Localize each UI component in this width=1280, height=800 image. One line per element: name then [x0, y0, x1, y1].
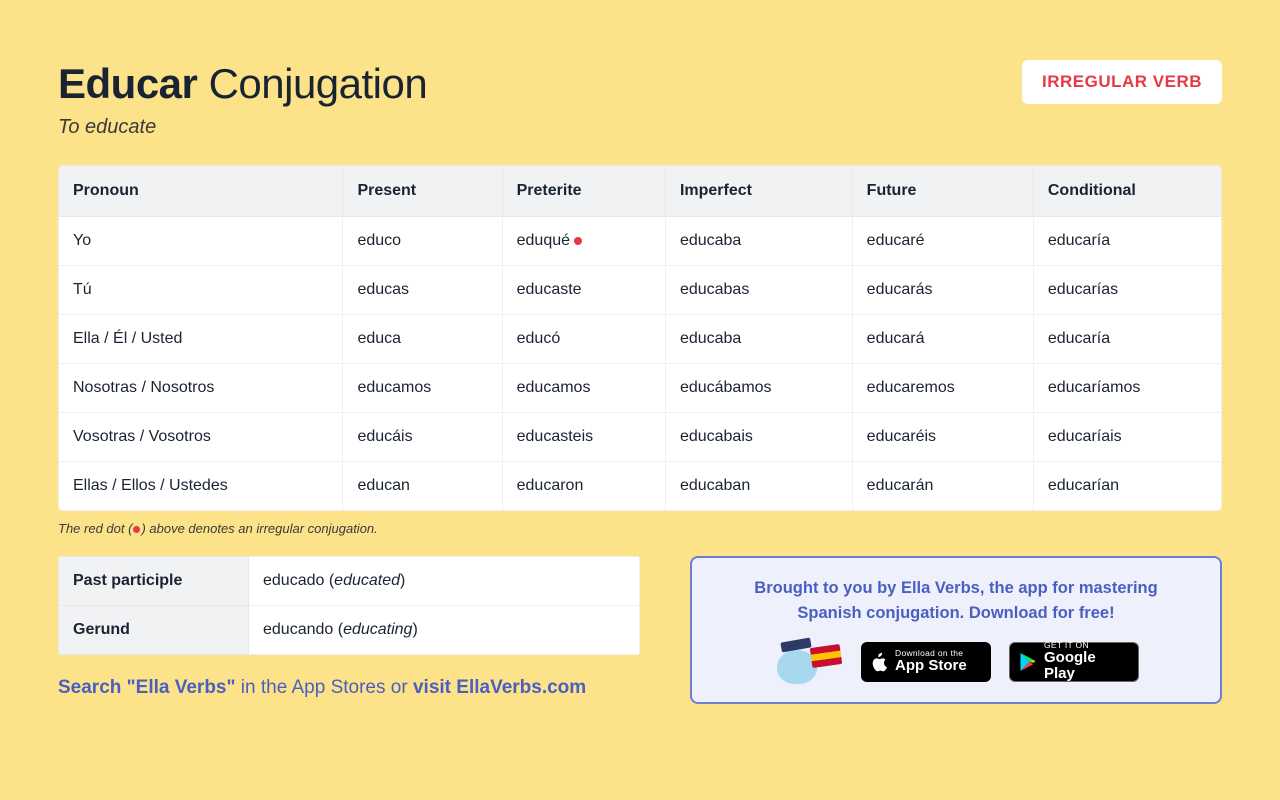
conjugation-cell: educaba — [665, 315, 852, 364]
pronoun-cell: Nosotras / Nosotros — [59, 364, 343, 413]
conjugation-cell: educáis — [343, 413, 502, 462]
conjugation-cell: educarían — [1033, 462, 1221, 511]
form-value: educando (educating) — [249, 606, 640, 655]
conjugation-cell: educa — [343, 315, 502, 364]
conjugation-cell: educaba — [665, 217, 852, 266]
promo-box: Brought to you by Ella Verbs, the app fo… — [690, 556, 1222, 704]
pronoun-cell: Tú — [59, 266, 343, 315]
conjugation-cell: eduqué — [502, 217, 665, 266]
title-suffix: Conjugation — [209, 60, 428, 107]
conjugation-cell: educarías — [1033, 266, 1221, 315]
conjugation-cell: educará — [852, 315, 1033, 364]
search-hint: Search "Ella Verbs" in the App Stores or… — [58, 677, 640, 699]
verb-forms-table: Past participleeducado (educated)Gerunde… — [58, 556, 640, 655]
apple-icon — [870, 652, 888, 672]
conjugation-cell: educamos — [343, 364, 502, 413]
form-row: Gerundeducando (educating) — [59, 606, 640, 655]
conjugation-cell: educaremos — [852, 364, 1033, 413]
pronoun-cell: Yo — [59, 217, 343, 266]
conjugation-cell: educaríais — [1033, 413, 1221, 462]
page-title: Educar Conjugation — [58, 60, 427, 108]
conjugation-cell: educabas — [665, 266, 852, 315]
conjugation-cell: educabais — [665, 413, 852, 462]
red-dot-icon — [574, 237, 582, 245]
conjugation-cell: educaban — [665, 462, 852, 511]
verb-name: Educar — [58, 60, 197, 107]
conjugation-cell: educan — [343, 462, 502, 511]
google-play-icon — [1019, 652, 1037, 672]
table-row: Túeducaseducasteeducabaseducaráseducaría… — [59, 266, 1222, 315]
conjugation-cell: educasteis — [502, 413, 665, 462]
verb-translation: To educate — [58, 116, 427, 139]
conjugation-cell: educaría — [1033, 315, 1221, 364]
table-row: Vosotras / Vosotroseducáiseducasteiseduc… — [59, 413, 1222, 462]
conjugation-cell: educarás — [852, 266, 1033, 315]
pronoun-cell: Vosotras / Vosotros — [59, 413, 343, 462]
conjugation-cell: educábamos — [665, 364, 852, 413]
conjugation-cell: educaría — [1033, 217, 1221, 266]
irregular-legend: The red dot () above denotes an irregula… — [58, 521, 1222, 536]
conjugation-cell: educamos — [502, 364, 665, 413]
form-label: Gerund — [59, 606, 249, 655]
column-header: Imperfect — [665, 166, 852, 217]
conjugation-cell: educo — [343, 217, 502, 266]
table-row: Ellas / Ellos / Ustedeseducaneducaronedu… — [59, 462, 1222, 511]
column-header: Preterite — [502, 166, 665, 217]
column-header: Future — [852, 166, 1033, 217]
conjugation-cell: educaron — [502, 462, 665, 511]
pronoun-cell: Ella / Él / Usted — [59, 315, 343, 364]
promo-text: Brought to you by Ella Verbs, the app fo… — [712, 576, 1200, 626]
conjugation-table: PronounPresentPreteriteImperfectFutureCo… — [58, 165, 1222, 511]
conjugation-cell: educas — [343, 266, 502, 315]
mascot-icon — [773, 638, 843, 686]
irregular-badge: IRREGULAR VERB — [1022, 60, 1222, 104]
form-label: Past participle — [59, 557, 249, 606]
table-row: Ella / Él / Ustededucaeducóeducabaeducar… — [59, 315, 1222, 364]
column-header: Present — [343, 166, 502, 217]
form-row: Past participleeducado (educated) — [59, 557, 640, 606]
conjugation-cell: educarán — [852, 462, 1033, 511]
conjugation-cell: educaréis — [852, 413, 1033, 462]
conjugation-cell: educaré — [852, 217, 1033, 266]
conjugation-cell: educaríamos — [1033, 364, 1221, 413]
conjugation-cell: educaste — [502, 266, 665, 315]
red-dot-icon — [133, 526, 140, 533]
pronoun-cell: Ellas / Ellos / Ustedes — [59, 462, 343, 511]
column-header: Pronoun — [59, 166, 343, 217]
form-value: educado (educated) — [249, 557, 640, 606]
app-store-button[interactable]: Download on the App Store — [861, 642, 991, 682]
table-row: Nosotras / Nosotroseducamoseducamoseducá… — [59, 364, 1222, 413]
google-play-button[interactable]: GET IT ON Google Play — [1009, 642, 1139, 682]
table-row: Yoeducoeduquéeducabaeducaréeducaría — [59, 217, 1222, 266]
column-header: Conditional — [1033, 166, 1221, 217]
conjugation-cell: educó — [502, 315, 665, 364]
